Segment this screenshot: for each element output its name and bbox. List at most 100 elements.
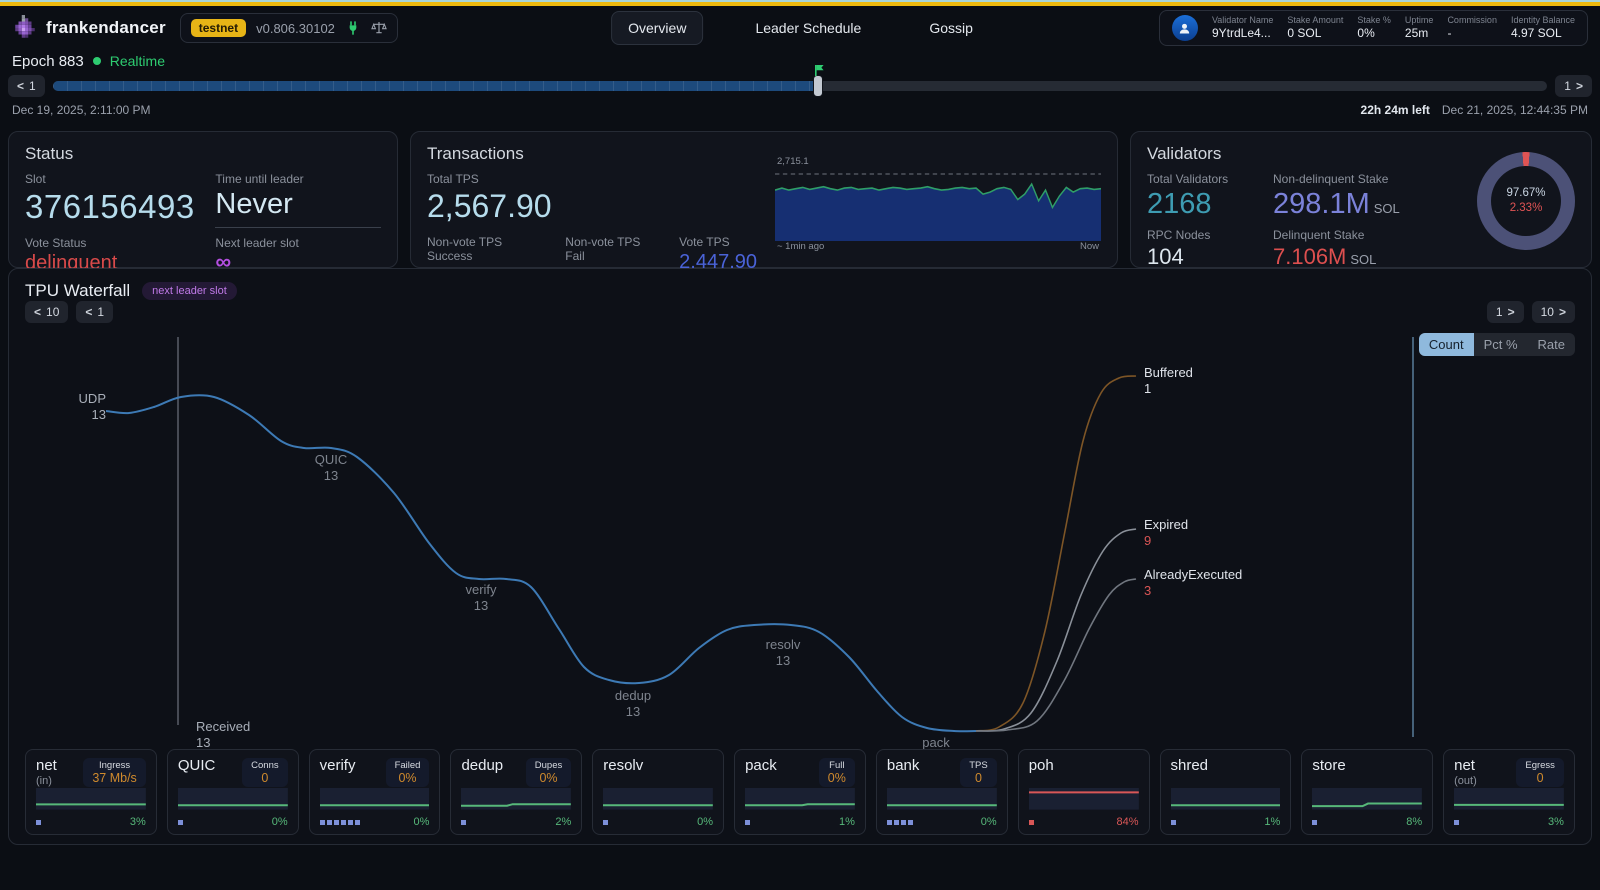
epoch-prev-button[interactable]: < 1 bbox=[8, 75, 45, 97]
tile-head: pack Full0% bbox=[745, 758, 855, 787]
nondelinquent-stake-label: Non-delinquent Stake bbox=[1273, 172, 1463, 186]
wf-stage-value: 13 bbox=[26, 407, 106, 423]
rpc-nodes-value: 104 bbox=[1147, 244, 1257, 270]
scale-icon[interactable] bbox=[371, 20, 387, 36]
tpu-forward-1-button[interactable]: 1> bbox=[1487, 301, 1524, 323]
transactions-card-title: Transactions bbox=[427, 144, 757, 164]
tile-status-squares bbox=[1029, 820, 1034, 825]
tpu-back-10-button[interactable]: <10 bbox=[25, 301, 68, 323]
tile-title-wrap: store bbox=[1312, 758, 1345, 773]
tile-sparkline bbox=[603, 788, 713, 810]
tile-title: dedup bbox=[461, 758, 503, 773]
tile-poh[interactable]: poh84% bbox=[1018, 749, 1150, 835]
status-square-icon bbox=[178, 820, 183, 825]
tile-busy-pct: 3% bbox=[130, 816, 146, 828]
epoch-slider-thumb[interactable] bbox=[813, 75, 823, 97]
status-card-title: Status bbox=[25, 144, 381, 164]
wf-stage-name: Expired bbox=[1144, 517, 1188, 533]
tile-foot: 0% bbox=[320, 816, 430, 828]
tile-foot: 2% bbox=[461, 816, 571, 828]
tile-dedup[interactable]: dedup Dupes0% 2% bbox=[450, 749, 582, 835]
status-square-icon bbox=[36, 820, 41, 825]
tile-net-out[interactable]: net(out)Egress03% bbox=[1443, 749, 1575, 835]
wf-label-udp: UDP13 bbox=[26, 391, 106, 423]
validator-summary[interactable]: Validator Name9YtrdLe4...Stake Amount0 S… bbox=[1159, 10, 1588, 46]
tile-badge: Full0% bbox=[819, 758, 855, 787]
epoch-dates-row: Dec 19, 2025, 2:11:00 PM 22h 24m left De… bbox=[0, 103, 1600, 117]
stake-donut-center: 97.67% 2.33% bbox=[1491, 166, 1561, 236]
tile-badge-value: 0 bbox=[1525, 771, 1555, 785]
tile-title: net bbox=[36, 758, 57, 773]
next-leader-slot-badge: next leader slot bbox=[142, 282, 237, 300]
status-square-icon bbox=[887, 820, 892, 825]
tile-badge: Dupes0% bbox=[526, 758, 571, 787]
tile-quic[interactable]: QUICConns00% bbox=[167, 749, 299, 835]
time-until-leader-value: Never bbox=[215, 188, 381, 221]
tile-title: poh bbox=[1029, 758, 1054, 773]
delinquent-stake-value: 7.106M bbox=[1273, 244, 1346, 269]
transactions-card: Transactions Total TPS 2,567.90 Non-vote… bbox=[410, 131, 1118, 268]
wf-label-quic: QUIC13 bbox=[271, 452, 391, 484]
brand-name: frankendancer bbox=[46, 18, 166, 38]
tile-head: QUICConns0 bbox=[178, 758, 288, 787]
epoch-label: Epoch 883 bbox=[12, 53, 84, 70]
wf-stage-value: 3 bbox=[1144, 583, 1242, 599]
tile-resolv[interactable]: resolv0% bbox=[592, 749, 724, 835]
tile-busy-pct: 1% bbox=[839, 816, 855, 828]
brand: frankendancer bbox=[12, 15, 166, 41]
nav-count-label: 1 bbox=[1496, 305, 1503, 319]
tile-title-wrap: pack bbox=[745, 758, 777, 773]
tile-badge-label: Failed bbox=[395, 760, 421, 771]
wf-stage-name: Received bbox=[196, 719, 250, 735]
epoch-progress-slider[interactable] bbox=[53, 81, 1548, 91]
delinquent-stake-label: Delinquent Stake bbox=[1273, 228, 1463, 242]
validator-field-value: 25m bbox=[1405, 26, 1434, 41]
tab-overview[interactable]: Overview bbox=[611, 11, 703, 45]
epoch-next-button[interactable]: 1 > bbox=[1555, 75, 1592, 97]
tile-title-wrap: resolv bbox=[603, 758, 643, 773]
wf-path-already-executed bbox=[976, 579, 1136, 731]
tile-title-wrap: bank bbox=[887, 758, 920, 773]
next-leader-slot-label: Next leader slot bbox=[215, 236, 381, 250]
tpu-waterfall-svg bbox=[9, 331, 1593, 783]
tpu-forward-10-button[interactable]: 10> bbox=[1532, 301, 1575, 323]
network-badge: testnet bbox=[191, 19, 246, 37]
tile-net-in[interactable]: net(in)Ingress37 Mb/s 3% bbox=[25, 749, 157, 835]
validator-field-commission: Commission- bbox=[1447, 15, 1497, 41]
wf-stage-name: QUIC bbox=[271, 452, 391, 468]
epoch-row: Epoch 883 Realtime bbox=[0, 51, 1600, 71]
realtime-label: Realtime bbox=[110, 53, 165, 69]
tile-title: verify bbox=[320, 758, 356, 773]
tab-gossip[interactable]: Gossip bbox=[913, 12, 989, 44]
tpu-back-1-button[interactable]: <1 bbox=[76, 301, 113, 323]
user-icon bbox=[1177, 21, 1192, 36]
rpc-nodes-label: RPC Nodes bbox=[1147, 228, 1257, 242]
chevron-right-icon: > bbox=[1576, 79, 1583, 93]
tile-sparkline bbox=[461, 788, 571, 810]
wf-path-buffered bbox=[976, 376, 1136, 731]
tile-sparkline bbox=[178, 788, 288, 810]
wf-stage-value: 13 bbox=[421, 598, 541, 614]
tile-pack[interactable]: pack Full0% 1% bbox=[734, 749, 866, 835]
tile-head: net(in)Ingress37 Mb/s bbox=[36, 758, 146, 787]
epoch-time-left: 22h 24m left bbox=[1361, 103, 1430, 117]
tile-title-wrap: QUIC bbox=[178, 758, 216, 773]
stake-pct-delinquent: 2.33% bbox=[1510, 201, 1543, 216]
wf-label-dedup: dedup13 bbox=[573, 688, 693, 720]
status-square-icon bbox=[1029, 820, 1034, 825]
validator-field-label: Identity Balance bbox=[1511, 15, 1575, 26]
plug-icon[interactable] bbox=[345, 20, 361, 36]
tab-leader-schedule[interactable]: Leader Schedule bbox=[739, 12, 877, 44]
wf-stage-name: verify bbox=[421, 582, 541, 598]
tile-status-squares bbox=[1171, 820, 1176, 825]
tile-bank[interactable]: bankTPS00% bbox=[876, 749, 1008, 835]
tile-store[interactable]: store8% bbox=[1301, 749, 1433, 835]
tile-title: bank bbox=[887, 758, 920, 773]
nonvote-fail-label: Non-vote TPS Fail bbox=[565, 235, 657, 263]
tile-shred[interactable]: shred1% bbox=[1160, 749, 1292, 835]
tile-badge: Failed0% bbox=[386, 758, 430, 787]
tile-verify[interactable]: verify Failed0% 0% bbox=[309, 749, 441, 835]
wf-label-buffered: Buffered1 bbox=[1144, 365, 1193, 397]
tps-x-start-label: ~ 1min ago bbox=[777, 241, 824, 252]
tps-area-chart bbox=[775, 169, 1101, 241]
